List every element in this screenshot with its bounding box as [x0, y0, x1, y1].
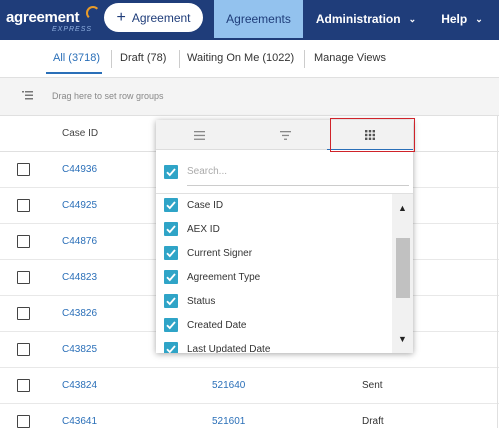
- logo-subtext: EXPRESS: [52, 26, 93, 33]
- row-checkbox[interactable]: [17, 343, 30, 356]
- nav-tab-administration[interactable]: Administration ⌄: [312, 0, 420, 38]
- column-list-item[interactable]: Current Signer: [156, 242, 392, 266]
- new-agreement-label: Agreement: [131, 10, 191, 25]
- column-list: Case ID AEX ID Current Signer Agreement …: [156, 194, 392, 353]
- column-checkbox[interactable]: [164, 270, 178, 284]
- grid-right-border: [497, 116, 498, 428]
- case-id-link[interactable]: C43641: [62, 416, 97, 427]
- tab-all[interactable]: All (3718): [53, 52, 100, 64]
- tab-waiting-on-me[interactable]: Waiting On Me (1022): [187, 52, 294, 64]
- column-checkbox[interactable]: [164, 318, 178, 332]
- column-list-item[interactable]: Created Date: [156, 314, 392, 338]
- nav-tab-help[interactable]: Help ⌄: [428, 0, 496, 38]
- column-menu-tabs: [156, 118, 415, 152]
- logo-text: agreement: [6, 9, 80, 26]
- nav-tab-agreements-label: Agreements: [226, 12, 291, 26]
- row-checkbox[interactable]: [17, 415, 30, 428]
- chevron-down-icon: ⌄: [475, 13, 483, 24]
- nav-tab-help-label: Help: [441, 12, 468, 26]
- checkmark-icon: [166, 273, 176, 282]
- case-id-link[interactable]: C43824: [62, 380, 97, 391]
- chevron-down-icon: ⌄: [408, 13, 417, 24]
- row-checkbox[interactable]: [17, 235, 30, 248]
- tab-manage-views[interactable]: Manage Views: [314, 52, 386, 64]
- status-cell: Draft: [362, 416, 384, 427]
- column-menu-popup: Case ID AEX ID Current Signer Agreement …: [156, 118, 415, 353]
- column-label: AEX ID: [187, 224, 220, 235]
- column-list-item[interactable]: Agreement Type: [156, 266, 392, 290]
- new-agreement-button[interactable]: + Agreement: [104, 3, 203, 32]
- scrollbar-thumb[interactable]: [396, 238, 410, 298]
- case-id-link[interactable]: C44925: [62, 200, 97, 211]
- row-checkbox[interactable]: [17, 271, 30, 284]
- case-id-link[interactable]: C44936: [62, 164, 97, 175]
- row-checkbox[interactable]: [17, 379, 30, 392]
- column-checkbox[interactable]: [164, 198, 178, 212]
- row-group-hint: Drag here to set row groups: [52, 91, 164, 101]
- column-list-item[interactable]: AEX ID: [156, 218, 392, 242]
- table-row[interactable]: C43824 521640 Sent: [0, 368, 499, 404]
- column-list-item[interactable]: Case ID: [156, 194, 392, 218]
- column-label: Created Date: [187, 320, 247, 331]
- column-label: Case ID: [187, 200, 224, 211]
- nav-tab-agreements[interactable]: Agreements: [214, 0, 303, 38]
- column-checkbox[interactable]: [164, 294, 178, 308]
- checkmark-icon: [166, 201, 176, 210]
- column-label: Agreement Type: [187, 272, 261, 283]
- highlight-box: [330, 118, 415, 152]
- tab-separator: [304, 50, 305, 68]
- column-checkbox[interactable]: [164, 342, 178, 353]
- nav-tab-administration-label: Administration: [315, 12, 401, 26]
- column-label: Status: [187, 296, 216, 307]
- plus-icon: +: [116, 8, 126, 26]
- column-menu-filter-tab[interactable]: [242, 120, 328, 150]
- view-tabs: All (3718) Draft (78) Waiting On Me (102…: [0, 40, 499, 78]
- checkmark-icon: [166, 225, 176, 234]
- scroll-up-arrow-icon[interactable]: ▲: [392, 199, 413, 216]
- column-menu-general-tab[interactable]: [156, 120, 242, 150]
- column-checkbox[interactable]: [164, 222, 178, 236]
- active-tab-underline: [46, 72, 102, 74]
- column-list-item[interactable]: Last Updated Date: [156, 338, 392, 353]
- agreement-express-logo[interactable]: agreement EXPRESS: [6, 6, 100, 33]
- case-id-link[interactable]: C44823: [62, 272, 97, 283]
- scroll-down-arrow-icon[interactable]: ▼: [392, 330, 413, 347]
- aex-id-link[interactable]: 521601: [212, 416, 245, 427]
- column-label: Current Signer: [187, 248, 253, 259]
- logo-swoosh-icon: [86, 6, 100, 20]
- tab-separator: [179, 50, 180, 68]
- column-label: Last Updated Date: [187, 344, 271, 353]
- tab-separator: [111, 50, 112, 68]
- aex-id-link[interactable]: 521640: [212, 380, 245, 391]
- case-id-link[interactable]: C44876: [62, 236, 97, 247]
- column-search-input[interactable]: [187, 158, 409, 185]
- column-search-field[interactable]: [187, 158, 409, 186]
- table-row[interactable]: C43641 521601 Draft: [0, 404, 499, 428]
- checkmark-icon: [166, 345, 176, 353]
- row-group-drop-zone[interactable]: Drag here to set row groups: [0, 78, 499, 116]
- row-checkbox[interactable]: [17, 199, 30, 212]
- column-header-case-id[interactable]: Case ID: [62, 128, 98, 139]
- top-navbar: agreement EXPRESS + Agreement Agreements…: [0, 0, 499, 40]
- column-list-scrollbar[interactable]: ▲ ▼: [392, 194, 413, 353]
- filter-icon: [279, 130, 291, 140]
- select-all-checkbox[interactable]: [164, 165, 178, 179]
- case-id-link[interactable]: C43825: [62, 344, 97, 355]
- checkmark-icon: [166, 168, 176, 177]
- checkmark-icon: [166, 321, 176, 330]
- row-checkbox[interactable]: [17, 307, 30, 320]
- case-id-link[interactable]: C43826: [62, 308, 97, 319]
- tab-draft[interactable]: Draft (78): [120, 52, 166, 64]
- row-checkbox[interactable]: [17, 163, 30, 176]
- status-cell: Sent: [362, 380, 383, 391]
- row-group-icon: [22, 91, 33, 100]
- column-list-item[interactable]: Status: [156, 290, 392, 314]
- column-checkbox[interactable]: [164, 246, 178, 260]
- checkmark-icon: [166, 249, 176, 258]
- checkmark-icon: [166, 297, 176, 306]
- menu-icon: [193, 130, 205, 140]
